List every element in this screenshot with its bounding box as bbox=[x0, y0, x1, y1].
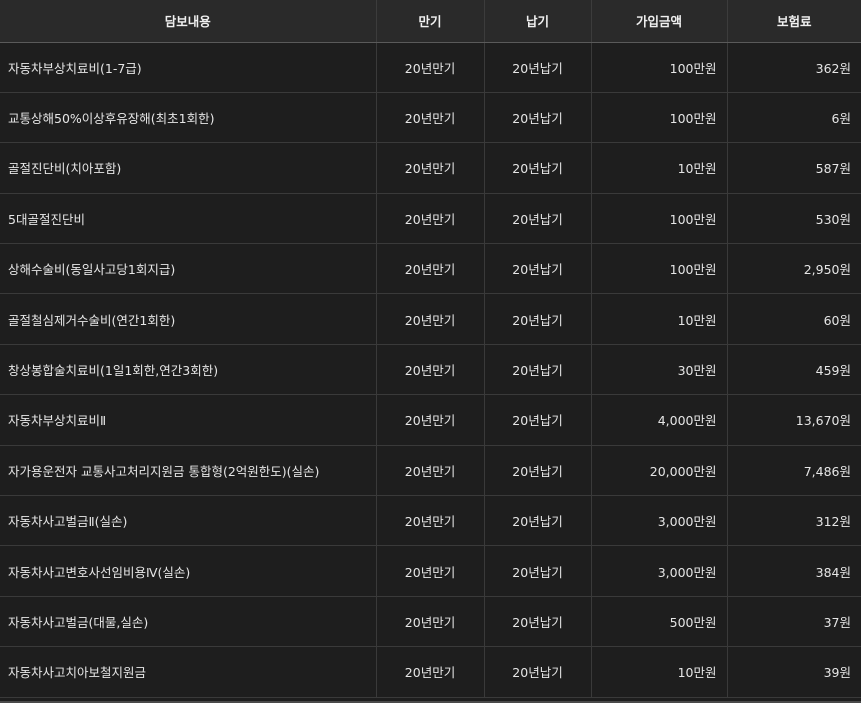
cell-premium: 587원 bbox=[726, 142, 861, 194]
table-body: 자동차부상치료비(1-7급) 20년만기 20년납기 100만원 362원 교통… bbox=[0, 42, 861, 698]
cell-coverage: 자동차사고벌금(대물,실손) bbox=[0, 596, 376, 648]
cell-term: 20년만기 bbox=[375, 344, 484, 396]
cell-coverage: 골절진단비(치아포함) bbox=[0, 142, 376, 194]
cell-coverage: 자가용운전자 교통사고처리지원금 통합형(2억원한도)(실손) bbox=[0, 445, 376, 497]
cell-pay: 20년납기 bbox=[483, 545, 591, 597]
table-row: 골절철심제거수술비(연간1회한) 20년만기 20년납기 10만원 60원 bbox=[0, 293, 861, 345]
cell-premium: 459원 bbox=[726, 344, 861, 396]
header-term: 만기 bbox=[375, 0, 484, 43]
cell-pay: 20년납기 bbox=[483, 596, 591, 648]
cell-pay: 20년납기 bbox=[483, 42, 591, 93]
table-row: 골절진단비(치아포함) 20년만기 20년납기 10만원 587원 bbox=[0, 142, 861, 194]
cell-coverage: 교통상해50%이상후유장해(최초1회한) bbox=[0, 92, 376, 144]
table-row: 자동차부상치료비Ⅱ 20년만기 20년납기 4,000만원 13,670원 bbox=[0, 394, 861, 446]
header-amount: 가입금액 bbox=[590, 0, 727, 43]
cell-premium: 6원 bbox=[726, 92, 861, 144]
table-row: 자동차사고벌금Ⅱ(실손) 20년만기 20년납기 3,000만원 312원 bbox=[0, 495, 861, 547]
cell-amount: 100만원 bbox=[590, 243, 727, 295]
cell-amount: 100만원 bbox=[590, 42, 727, 93]
cell-pay: 20년납기 bbox=[483, 243, 591, 295]
table-row: 자가용운전자 교통사고처리지원금 통합형(2억원한도)(실손) 20년만기 20… bbox=[0, 445, 861, 497]
cell-amount: 10만원 bbox=[590, 293, 727, 345]
cell-amount: 30만원 bbox=[590, 344, 727, 396]
cell-premium: 7,486원 bbox=[726, 445, 861, 497]
cell-coverage: 골절철심제거수술비(연간1회한) bbox=[0, 293, 376, 345]
header-row: 담보내용 만기 납기 가입금액 보험료 bbox=[0, 0, 861, 43]
cell-premium: 362원 bbox=[726, 42, 861, 93]
cell-term: 20년만기 bbox=[375, 646, 484, 698]
coverage-table-container: 담보내용 만기 납기 가입금액 보험료 자동차부상치료비(1-7급) 20년만기… bbox=[0, 0, 861, 703]
table-row: 교통상해50%이상후유장해(최초1회한) 20년만기 20년납기 100만원 6… bbox=[0, 92, 861, 144]
cell-amount: 10만원 bbox=[590, 646, 727, 698]
cell-premium: 39원 bbox=[726, 646, 861, 698]
cell-amount: 3,000만원 bbox=[590, 495, 727, 547]
cell-term: 20년만기 bbox=[375, 596, 484, 648]
cell-amount: 500만원 bbox=[590, 596, 727, 648]
cell-term: 20년만기 bbox=[375, 394, 484, 446]
cell-coverage: 자동차사고변호사선임비용Ⅳ(실손) bbox=[0, 545, 376, 597]
cell-term: 20년만기 bbox=[375, 243, 484, 295]
table-row: 5대골절진단비 20년만기 20년납기 100만원 530원 bbox=[0, 193, 861, 245]
cell-pay: 20년납기 bbox=[483, 293, 591, 345]
cell-pay: 20년납기 bbox=[483, 193, 591, 245]
table-row: 자동차부상치료비(1-7급) 20년만기 20년납기 100만원 362원 bbox=[0, 42, 861, 93]
cell-coverage: 상해수술비(동일사고당1회지급) bbox=[0, 243, 376, 295]
cell-amount: 3,000만원 bbox=[590, 545, 727, 597]
cell-premium: 2,950원 bbox=[726, 243, 861, 295]
coverage-table: 담보내용 만기 납기 가입금액 보험료 자동차부상치료비(1-7급) 20년만기… bbox=[0, 0, 861, 698]
table-row: 상해수술비(동일사고당1회지급) 20년만기 20년납기 100만원 2,950… bbox=[0, 243, 861, 295]
cell-amount: 10만원 bbox=[590, 142, 727, 194]
cell-term: 20년만기 bbox=[375, 42, 484, 93]
cell-premium: 384원 bbox=[726, 545, 861, 597]
cell-coverage: 5대골절진단비 bbox=[0, 193, 376, 245]
cell-coverage: 자동차사고벌금Ⅱ(실손) bbox=[0, 495, 376, 547]
cell-pay: 20년납기 bbox=[483, 445, 591, 497]
header-coverage: 담보내용 bbox=[0, 0, 376, 43]
cell-pay: 20년납기 bbox=[483, 344, 591, 396]
table-row: 자동차사고변호사선임비용Ⅳ(실손) 20년만기 20년납기 3,000만원 38… bbox=[0, 545, 861, 597]
cell-pay: 20년납기 bbox=[483, 142, 591, 194]
cell-premium: 530원 bbox=[726, 193, 861, 245]
cell-amount: 20,000만원 bbox=[590, 445, 727, 497]
cell-amount: 100만원 bbox=[590, 92, 727, 144]
cell-pay: 20년납기 bbox=[483, 394, 591, 446]
cell-pay: 20년납기 bbox=[483, 646, 591, 698]
header-payment-period: 납기 bbox=[483, 0, 591, 43]
cell-term: 20년만기 bbox=[375, 92, 484, 144]
cell-term: 20년만기 bbox=[375, 495, 484, 547]
cell-coverage: 자동차부상치료비(1-7급) bbox=[0, 42, 376, 93]
header-premium: 보험료 bbox=[726, 0, 861, 43]
table-row: 자동차사고치아보철지원금 20년만기 20년납기 10만원 39원 bbox=[0, 646, 861, 698]
cell-amount: 4,000만원 bbox=[590, 394, 727, 446]
cell-coverage: 창상봉합술치료비(1일1회한,연간3회한) bbox=[0, 344, 376, 396]
table-row: 자동차사고벌금(대물,실손) 20년만기 20년납기 500만원 37원 bbox=[0, 596, 861, 648]
cell-premium: 37원 bbox=[726, 596, 861, 648]
cell-coverage: 자동차부상치료비Ⅱ bbox=[0, 394, 376, 446]
table-header: 담보내용 만기 납기 가입금액 보험료 bbox=[0, 0, 861, 43]
cell-premium: 60원 bbox=[726, 293, 861, 345]
cell-premium: 13,670원 bbox=[726, 394, 861, 446]
cell-term: 20년만기 bbox=[375, 545, 484, 597]
cell-term: 20년만기 bbox=[375, 142, 484, 194]
cell-term: 20년만기 bbox=[375, 293, 484, 345]
cell-term: 20년만기 bbox=[375, 193, 484, 245]
cell-pay: 20년납기 bbox=[483, 92, 591, 144]
cell-term: 20년만기 bbox=[375, 445, 484, 497]
cell-coverage: 자동차사고치아보철지원금 bbox=[0, 646, 376, 698]
cell-pay: 20년납기 bbox=[483, 495, 591, 547]
cell-amount: 100만원 bbox=[590, 193, 727, 245]
table-row: 창상봉합술치료비(1일1회한,연간3회한) 20년만기 20년납기 30만원 4… bbox=[0, 344, 861, 396]
cell-premium: 312원 bbox=[726, 495, 861, 547]
